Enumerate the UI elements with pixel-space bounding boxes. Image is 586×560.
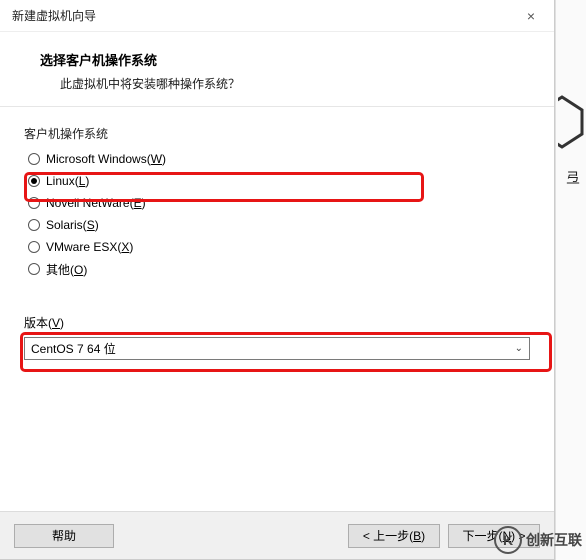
decorative-stamp-icon [558, 92, 584, 172]
radio-label: Solaris(S) [46, 218, 99, 232]
radio-option-other[interactable]: 其他(O) [24, 258, 530, 280]
version-block: 版本(V) CentOS 7 64 位 ⌄ [24, 314, 530, 360]
radio-icon [28, 153, 40, 165]
wizard-dialog: 新建虚拟机向导 × 选择客户机操作系统 此虚拟机中将安装哪种操作系统？ 客户机操… [0, 0, 555, 560]
page-subheading: 此虚拟机中将安装哪种操作系统？ [40, 75, 526, 92]
wizard-footer: 帮助 < 上一步(B) 下一步(N) > [0, 511, 554, 559]
window-title: 新建虚拟机向导 [12, 7, 508, 24]
version-label: 版本(V) [24, 314, 530, 331]
radio-label: Linux(L) [46, 174, 89, 188]
radio-option-solaris[interactable]: Solaris(S) [24, 214, 530, 236]
page-heading: 选择客户机操作系统 [40, 50, 526, 69]
radio-option-esx[interactable]: VMware ESX(X) [24, 236, 530, 258]
watermark-logo-icon: K [494, 526, 522, 554]
radio-label: Microsoft Windows(W) [46, 152, 166, 166]
right-page-strip: 弖 [555, 0, 586, 560]
close-icon: × [527, 8, 535, 24]
radio-icon [28, 197, 40, 209]
decorative-char: 弖 [566, 168, 580, 188]
radio-icon [28, 263, 40, 275]
radio-option-linux[interactable]: Linux(L) [24, 170, 530, 192]
radio-label: 其他(O) [46, 261, 87, 278]
watermark: K 创新互联 [494, 526, 582, 554]
radio-icon [28, 219, 40, 231]
version-selected-value: CentOS 7 64 位 [31, 340, 116, 357]
chevron-down-icon: ⌄ [515, 343, 523, 354]
guest-os-radio-group: Microsoft Windows(W) Linux(L) Novell Net… [24, 148, 530, 280]
radio-option-windows[interactable]: Microsoft Windows(W) [24, 148, 530, 170]
radio-option-netware[interactable]: Novell NetWare(E) [24, 192, 530, 214]
back-button[interactable]: < 上一步(B) [348, 524, 440, 548]
wizard-header: 选择客户机操作系统 此虚拟机中将安装哪种操作系统？ [0, 32, 554, 107]
watermark-text: 创新互联 [526, 530, 582, 550]
radio-label: Novell NetWare(E) [46, 196, 146, 210]
version-select[interactable]: CentOS 7 64 位 ⌄ [24, 337, 530, 360]
close-button[interactable]: × [508, 0, 554, 32]
guest-os-group-label: 客户机操作系统 [24, 125, 530, 142]
title-bar: 新建虚拟机向导 × [0, 0, 554, 32]
radio-label: VMware ESX(X) [46, 240, 133, 254]
radio-icon [28, 241, 40, 253]
radio-icon [28, 175, 40, 187]
help-button[interactable]: 帮助 [14, 524, 114, 548]
wizard-body: 客户机操作系统 Microsoft Windows(W) Linux(L) No… [0, 107, 554, 511]
